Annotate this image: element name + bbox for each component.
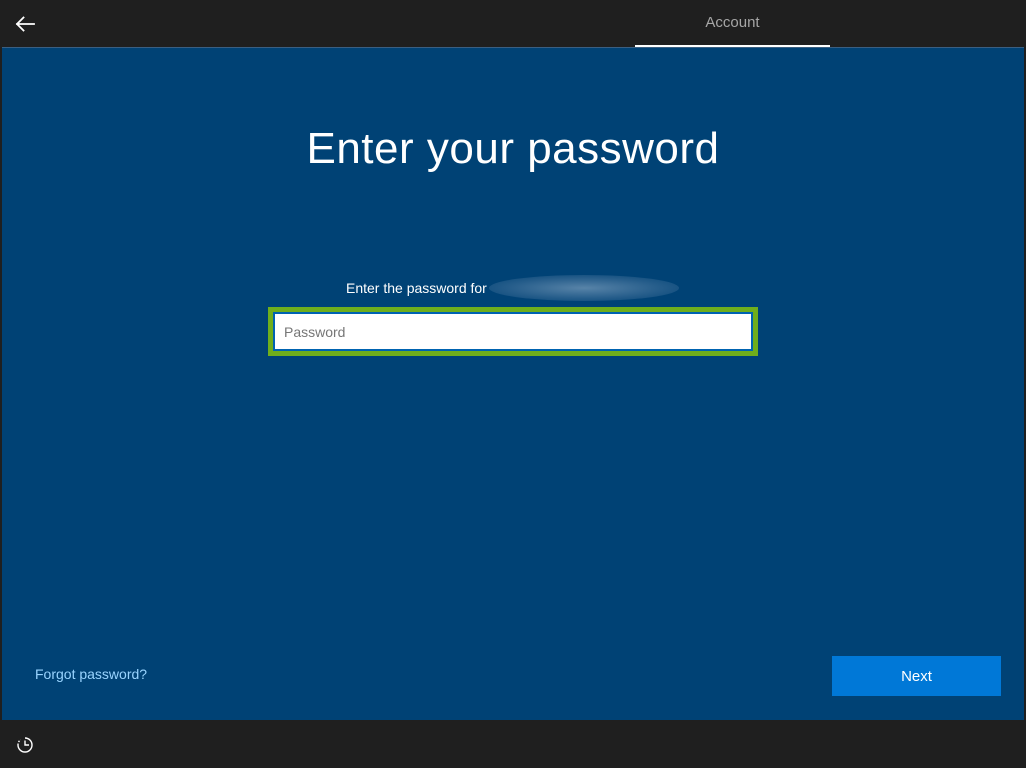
password-input[interactable] [273,312,753,351]
top-bar: Account [0,0,1026,47]
prompt-label: Enter the password for [346,280,487,296]
oobe-window: Account Enter your password Enter the pa… [0,0,1026,768]
page-title: Enter your password [306,124,720,173]
back-button[interactable] [10,9,40,39]
redacted-account-name [488,275,679,301]
password-prompt: Enter the password for [346,274,679,302]
ease-of-access-button[interactable] [13,733,37,757]
ease-of-access-icon [17,737,33,753]
next-button[interactable]: Next [832,656,1001,696]
arrow-left-icon [15,16,35,32]
tab-account[interactable]: Account [635,0,830,47]
forgot-password-link[interactable]: Forgot password? [35,666,147,682]
bottom-bar [0,720,1026,768]
password-field-highlight [268,307,758,356]
main-panel: Enter your password Enter the password f… [2,47,1024,720]
